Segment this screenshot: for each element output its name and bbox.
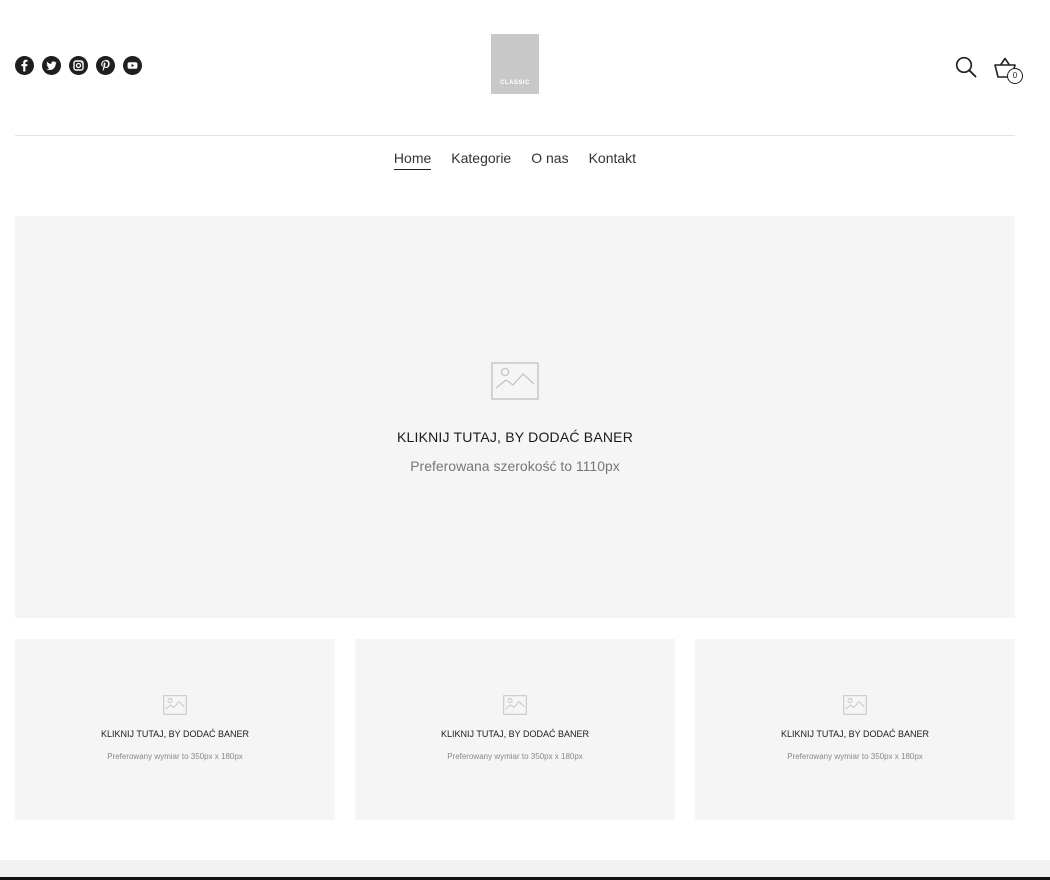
twitter-icon[interactable] — [42, 56, 61, 75]
nav-item-o-nas[interactable]: O nas — [531, 150, 568, 170]
nav-item-kategorie[interactable]: Kategorie — [451, 150, 511, 170]
social-links — [15, 56, 142, 75]
image-icon — [843, 695, 867, 715]
banner-content: KLIKNIJ TUTAJ, BY DODAĆ BANER Preferowan… — [695, 695, 1015, 761]
banner-placeholder-3[interactable]: KLIKNIJ TUTAJ, BY DODAĆ BANER Preferowan… — [695, 639, 1015, 820]
youtube-icon[interactable] — [123, 56, 142, 75]
image-icon — [163, 695, 187, 715]
banner-title: KLIKNIJ TUTAJ, BY DODAĆ BANER — [440, 729, 590, 739]
banner-subtitle: Preferowany wymiar to 350px x 180px — [447, 752, 583, 761]
page: CLASSIC 0 Home Kategorie O nas Kontakt K… — [0, 0, 1050, 880]
nav-item-kontakt[interactable]: Kontakt — [589, 150, 636, 170]
search-button[interactable] — [955, 56, 977, 78]
nav-item-home[interactable]: Home — [393, 150, 432, 170]
logo-text: CLASSIC — [500, 80, 530, 86]
banner-title: KLIKNIJ TUTAJ, BY DODAĆ BANER — [100, 729, 250, 739]
banner-placeholder-2[interactable]: KLIKNIJ TUTAJ, BY DODAĆ BANER Preferowan… — [355, 639, 675, 820]
cart-count-badge: 0 — [1007, 68, 1023, 84]
image-icon — [503, 695, 527, 715]
banner-subtitle: Preferowany wymiar to 350px x 180px — [787, 752, 923, 761]
hero-banner-content: KLIKNIJ TUTAJ, BY DODAĆ BANER Preferowan… — [15, 362, 1015, 474]
hero-banner-title: KLIKNIJ TUTAJ, BY DODAĆ BANER — [396, 429, 634, 445]
instagram-icon[interactable] — [69, 56, 88, 75]
hero-banner-placeholder[interactable]: KLIKNIJ TUTAJ, BY DODAĆ BANER Preferowan… — [15, 216, 1015, 618]
facebook-icon[interactable] — [15, 56, 34, 75]
site-header: CLASSIC 0 — [15, 0, 1023, 136]
search-icon — [955, 56, 977, 78]
banner-content: KLIKNIJ TUTAJ, BY DODAĆ BANER Preferowan… — [15, 695, 335, 761]
site-logo[interactable]: CLASSIC — [491, 34, 539, 94]
pinterest-icon[interactable] — [96, 56, 115, 75]
image-icon — [491, 362, 539, 400]
banner-content: KLIKNIJ TUTAJ, BY DODAĆ BANER Preferowan… — [355, 695, 675, 761]
banner-placeholder-1[interactable]: KLIKNIJ TUTAJ, BY DODAĆ BANER Preferowan… — [15, 639, 335, 820]
banner-subtitle: Preferowany wymiar to 350px x 180px — [107, 752, 243, 761]
main-nav: Home Kategorie O nas Kontakt — [0, 150, 1030, 170]
hero-banner-subtitle: Preferowana szerokość to 1110px — [410, 458, 620, 474]
footer-strip — [0, 860, 1050, 877]
cart-button[interactable]: 0 — [993, 55, 1025, 87]
banner-title: KLIKNIJ TUTAJ, BY DODAĆ BANER — [780, 729, 930, 739]
